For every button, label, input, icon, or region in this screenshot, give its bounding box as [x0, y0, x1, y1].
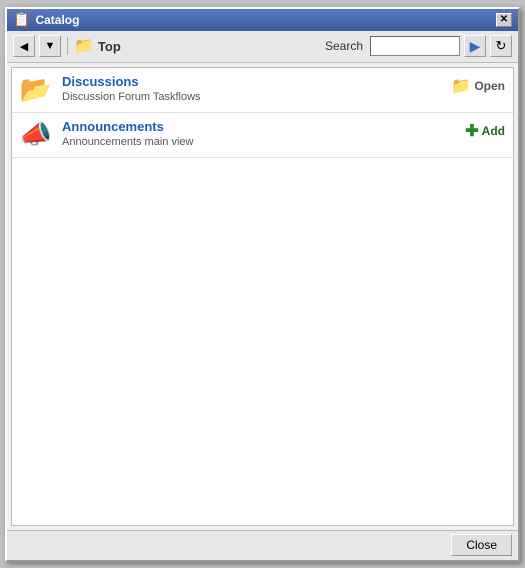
discussions-text: Discussions Discussion Forum Taskflows [62, 74, 441, 103]
back-button[interactable]: ◀ [13, 35, 35, 57]
toolbar: ◀ ▼ 📁 Top Search ▶ ↻ [7, 31, 518, 63]
window-title: Catalog [35, 13, 79, 27]
open-folder-action-icon: 📁 [451, 76, 471, 96]
add-button[interactable]: ✚ Add [465, 121, 505, 141]
current-folder: 📁 Top [74, 36, 121, 56]
title-bar-left: 📋 Catalog [13, 11, 79, 28]
add-label: Add [482, 124, 505, 138]
announcements-title[interactable]: Announcements [62, 119, 455, 134]
search-label: Search [325, 39, 363, 53]
content-area: 📂 Discussions Discussion Forum Taskflows… [11, 67, 514, 526]
toolbar-separator [67, 37, 68, 55]
open-label: Open [474, 79, 505, 93]
footer: Close [7, 530, 518, 560]
search-refresh-button[interactable]: ↻ [490, 35, 512, 57]
announcements-text: Announcements Announcements main view [62, 119, 455, 148]
megaphone-icon: 📣 [20, 119, 52, 150]
close-button[interactable]: Close [451, 534, 512, 556]
search-go-button[interactable]: ▶ [464, 35, 486, 57]
back-icon: ◀ [20, 40, 28, 53]
window-close-button[interactable]: ✕ [496, 13, 512, 27]
list-item: 📂 Discussions Discussion Forum Taskflows… [12, 68, 513, 113]
list-item: 📣 Announcements Announcements main view … [12, 113, 513, 158]
discussions-icon: 📂 [20, 74, 52, 106]
dropdown-button[interactable]: ▼ [39, 35, 61, 57]
discussions-title[interactable]: Discussions [62, 74, 441, 89]
window-icon: 📋 [13, 11, 30, 28]
dropdown-icon: ▼ [45, 40, 56, 52]
search-go-icon: ▶ [470, 38, 481, 55]
folder-name: Top [98, 39, 121, 54]
discussions-description: Discussion Forum Taskflows [62, 91, 441, 103]
add-icon: ✚ [465, 121, 478, 141]
title-bar: 📋 Catalog ✕ [7, 9, 518, 31]
search-refresh-icon: ↻ [496, 38, 507, 54]
announcements-description: Announcements main view [62, 136, 455, 148]
open-folder-icon: 📂 [20, 74, 52, 105]
search-input[interactable] [370, 36, 460, 56]
catalog-window: 📋 Catalog ✕ ◀ ▼ 📁 Top Search ▶ ↻ [5, 7, 520, 562]
open-button[interactable]: 📁 Open [451, 76, 505, 96]
announcements-icon: 📣 [20, 119, 52, 151]
folder-icon: 📁 [74, 36, 94, 56]
